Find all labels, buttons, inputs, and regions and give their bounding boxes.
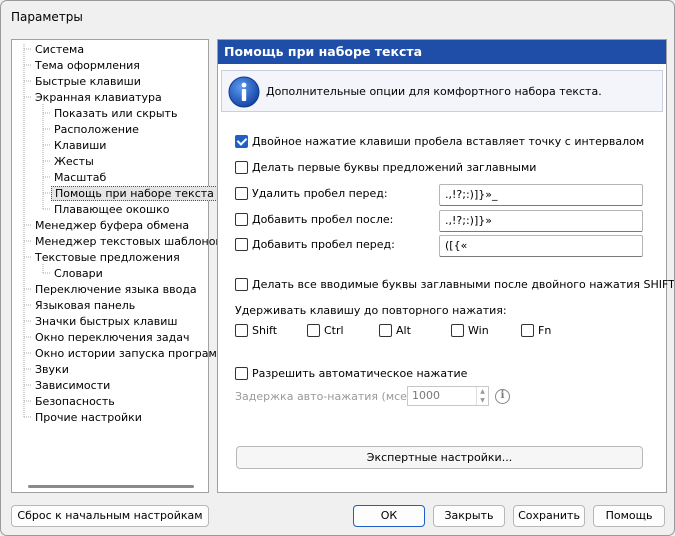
double-space-label: Двойное нажатие клавиши пробела вставляе… (252, 135, 645, 148)
add-space-after-input[interactable]: .,!?;:)]}» (439, 210, 643, 232)
info-text: Дополнительные опции для комфортного наб… (266, 85, 602, 98)
hold-ctrl-option[interactable]: Ctrl (307, 323, 344, 339)
tree-item-task-switcher[interactable]: Окно переключения задач (32, 330, 193, 345)
capitalize-first-option[interactable]: Делать первые буквы предложений заглавны… (235, 160, 536, 176)
tree-horizontal-scrollbar[interactable] (28, 485, 194, 488)
add-space-before-label: Добавить пробел перед: (252, 238, 395, 251)
hold-fn-checkbox[interactable] (521, 323, 534, 337)
settings-tree[interactable]: Система Тема оформления Быстрые клавиши … (11, 39, 225, 493)
hold-keys-label: Удерживать клавишу до повторного нажатия… (235, 304, 507, 317)
hold-alt-label: Alt (396, 324, 411, 337)
tree-item-dependencies[interactable]: Зависимости (32, 378, 113, 393)
double-space-option[interactable]: Двойное нажатие клавиши пробела вставляе… (235, 134, 644, 150)
add-space-before-option[interactable]: Добавить пробел перед: (235, 237, 395, 253)
hold-fn-label: Fn (538, 324, 552, 337)
tree-item-typing-help[interactable]: Помощь при наборе текста (51, 186, 218, 201)
tree-item-template-manager[interactable]: Менеджер текстовых шаблонов (32, 234, 225, 249)
expert-settings-button[interactable]: Экспертные настройки... (236, 446, 643, 469)
tree-item-security[interactable]: Безопасность (32, 394, 118, 409)
tree-item-input-language[interactable]: Переключение языка ввода (32, 282, 200, 297)
tree-item-theme[interactable]: Тема оформления (32, 58, 143, 73)
save-button[interactable]: Сохранить (513, 505, 585, 527)
hold-fn-option[interactable]: Fn (521, 323, 551, 339)
add-space-before-input[interactable]: ([{« (439, 235, 643, 257)
hold-win-checkbox[interactable] (451, 323, 464, 337)
add-space-before-checkbox[interactable] (235, 237, 248, 251)
hint-info-icon[interactable]: i (495, 389, 510, 404)
window-title: Параметры (11, 10, 83, 24)
hold-ctrl-label: Ctrl (324, 324, 344, 337)
hold-alt-checkbox[interactable] (379, 323, 392, 337)
remove-space-before-checkbox[interactable] (235, 186, 248, 200)
panel-title: Помощь при наборе текста (218, 40, 666, 64)
title-bar: Параметры (1, 1, 674, 33)
remove-space-before-input[interactable]: .,!?;:)]}»_ (439, 184, 643, 206)
tree-item-dictionaries[interactable]: Словари (51, 266, 106, 281)
capitalize-first-checkbox[interactable] (235, 160, 248, 174)
spin-up-icon[interactable]: ▲ (477, 387, 488, 396)
double-space-checkbox[interactable] (235, 134, 248, 148)
tree-item-other[interactable]: Прочие настройки (32, 410, 145, 425)
tree-item-sounds[interactable]: Звуки (32, 362, 72, 377)
hold-win-option[interactable]: Win (451, 323, 489, 339)
tree-item-scale[interactable]: Масштаб (51, 170, 109, 185)
ok-button[interactable]: ОК (353, 505, 425, 527)
auto-delay-label: Задержка авто-нажатия (мсек): (235, 390, 422, 403)
reset-defaults-button[interactable]: Сброс к начальным настройкам (11, 505, 209, 527)
tree-item-text-suggestions[interactable]: Текстовые предложения (32, 250, 183, 265)
add-space-after-option[interactable]: Добавить пробел после: (235, 212, 393, 228)
auto-delay-spinner[interactable]: 1000 ▲ ▼ (407, 386, 489, 406)
hold-ctrl-checkbox[interactable] (307, 323, 320, 337)
hold-alt-option[interactable]: Alt (379, 323, 411, 339)
close-button[interactable]: Закрыть (433, 505, 505, 527)
add-space-after-label: Добавить пробел после: (252, 213, 394, 226)
tree-item-gestures[interactable]: Жесты (51, 154, 97, 169)
auto-delay-value: 1000 (412, 389, 440, 402)
hold-shift-option[interactable]: Shift (235, 323, 277, 339)
tree-item-system[interactable]: Система (32, 42, 87, 57)
tree-item-position[interactable]: Расположение (51, 122, 142, 137)
settings-panel: Помощь при наборе текста Дополнительные … (217, 39, 674, 493)
caps-after-shift-option[interactable]: Делать все вводимые буквы заглавными пос… (235, 277, 675, 293)
add-space-after-checkbox[interactable] (235, 212, 248, 226)
auto-delay-spin-buttons[interactable]: ▲ ▼ (476, 387, 488, 405)
tree-item-clipboard-manager[interactable]: Менеджер буфера обмена (32, 218, 192, 233)
auto-press-label: Разрешить автоматическое нажатие (252, 367, 468, 380)
caps-after-shift-checkbox[interactable] (235, 277, 248, 291)
hold-win-label: Win (468, 324, 489, 337)
auto-press-option[interactable]: Разрешить автоматическое нажатие (235, 366, 467, 382)
hold-shift-label: Shift (252, 324, 278, 337)
settings-window: Параметры Система Тема оформления Быстры… (0, 0, 675, 536)
tree-item-hotkeys[interactable]: Быстрые клавиши (32, 74, 144, 89)
tree-item-language-bar[interactable]: Языковая панель (32, 298, 138, 313)
remove-space-before-label: Удалить пробел перед: (252, 187, 388, 200)
caps-after-shift-label: Делать все вводимые буквы заглавными пос… (252, 278, 675, 291)
auto-press-checkbox[interactable] (235, 366, 248, 380)
remove-space-before-option[interactable]: Удалить пробел перед: (235, 186, 388, 202)
capitalize-first-label: Делать первые буквы предложений заглавны… (252, 161, 537, 174)
info-box: Дополнительные опции для комфортного наб… (221, 70, 663, 112)
tree-item-launch-history[interactable]: Окно истории запуска программ (32, 346, 228, 361)
tree-item-keys[interactable]: Клавиши (51, 138, 109, 153)
hold-shift-checkbox[interactable] (235, 323, 248, 337)
tree-item-show-hide[interactable]: Показать или скрыть (51, 106, 180, 121)
help-button[interactable]: Помощь (593, 505, 665, 527)
tree-item-floating-window[interactable]: Плавающее окошко (51, 202, 172, 217)
tree-item-onscreen-keyboard[interactable]: Экранная клавиатура (32, 90, 165, 105)
tree-item-hotkey-icons[interactable]: Значки быстрых клавиш (32, 314, 180, 329)
info-icon (228, 76, 260, 108)
spin-down-icon[interactable]: ▼ (477, 396, 488, 405)
